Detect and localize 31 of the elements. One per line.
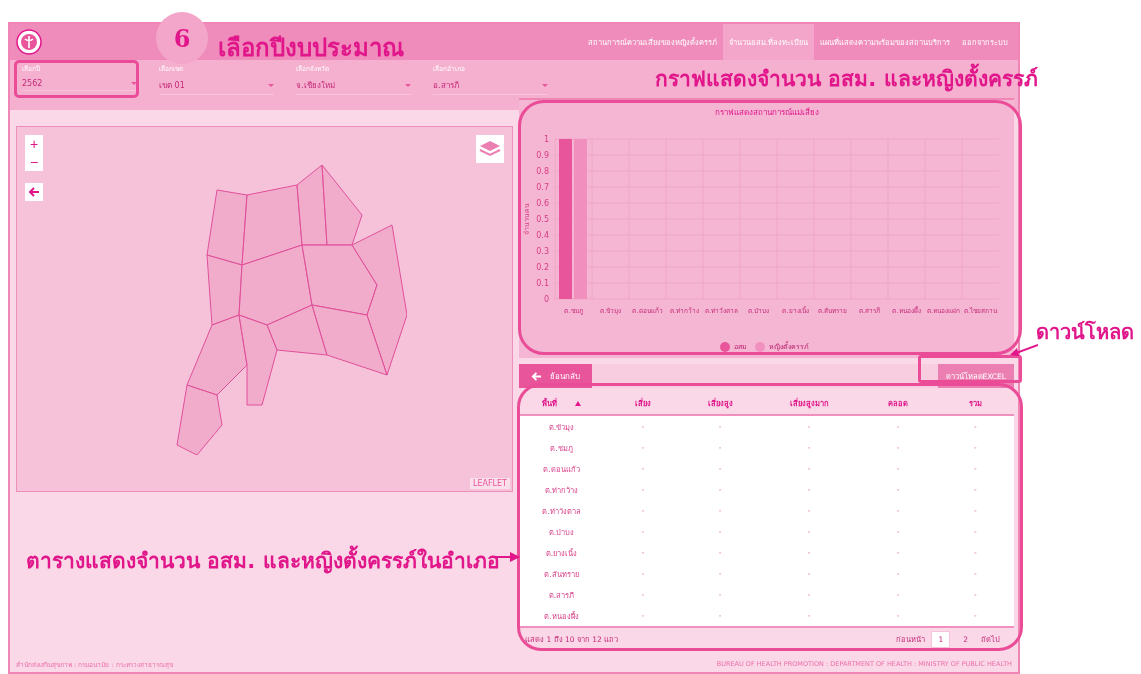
back-arrow-button[interactable] xyxy=(25,183,43,201)
step-number: 6 xyxy=(156,12,208,64)
y-tick-label: 0.1 xyxy=(536,279,549,288)
annotation-text: ตารางแสดงจำนวน อสม. และหญิงตั้งครรภ์ในอำเภอ xyxy=(26,544,500,577)
ministry-logo-icon xyxy=(16,29,42,55)
annotation-text: ดาวน์โหลด xyxy=(1036,319,1134,346)
filter-dropdown[interactable]: อ.สารภี xyxy=(433,77,548,95)
callout-arrow xyxy=(1008,342,1038,356)
filter-dropdown[interactable]: เขต 01 xyxy=(159,77,274,95)
arrow-left-icon xyxy=(28,186,40,198)
y-tick-label: 1 xyxy=(543,135,549,144)
map-attribution[interactable]: LEAFLET xyxy=(470,478,510,489)
annotation-text: เลือกปีงบประมาณ xyxy=(218,33,404,64)
y-tick-label: 0.2 xyxy=(536,263,549,272)
y-tick-label: 0.3 xyxy=(536,247,549,256)
y-tick-label: 0.9 xyxy=(536,151,549,160)
y-tick-label: 0.7 xyxy=(536,183,549,192)
sort-ascending-icon xyxy=(575,400,582,406)
back-button[interactable]: ย้อนกลับ xyxy=(519,364,592,388)
layers-button[interactable] xyxy=(476,135,504,163)
y-tick-label: 0.8 xyxy=(536,167,549,176)
filter-dropdown[interactable]: 2562 xyxy=(22,77,137,91)
filter-dropdown[interactable]: จ.เชียงใหม่ xyxy=(296,77,411,95)
arrow-left-icon xyxy=(531,370,542,382)
y-tick-label: 0.6 xyxy=(536,199,549,208)
y-tick-label: 0 xyxy=(543,295,549,304)
y-tick-label: 0.5 xyxy=(536,215,549,224)
annotation-text: กราฟแสดงจำนวน อสม. และหญิงตั้งครรภ์ xyxy=(655,62,1038,95)
chart-title: กราฟแสดงสถานการณ์แม่เสี่ยง xyxy=(714,106,819,119)
y-tick-label: 0.4 xyxy=(536,231,549,240)
layers-icon xyxy=(479,140,501,158)
